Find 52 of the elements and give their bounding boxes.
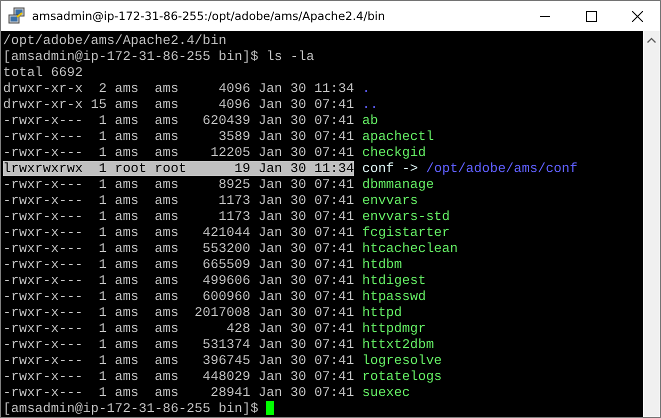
file-name: checkgid: [362, 144, 426, 160]
file-name: htdbm: [362, 256, 402, 272]
file-details: -rwxr-x--- 1 ams ams 1173 Jan 30 07:41: [3, 192, 354, 208]
file-name: dbmmanage: [362, 176, 434, 192]
file-details: -rwxr-x--- 1 ams ams 499606 Jan 30 07:41: [3, 272, 354, 288]
file-details: -rwxr-x--- 1 ams ams 421044 Jan 30 07:41: [3, 224, 354, 240]
file-details: -rwxr-x--- 1 ams ams 428 Jan 30 07:41: [3, 320, 354, 336]
scrollbar[interactable]: [643, 31, 660, 417]
file-name: httpdmgr: [362, 320, 426, 336]
file-name: htpasswd: [362, 288, 426, 304]
file-details: -rwxr-x--- 1 ams ams 396745 Jan 30 07:41: [3, 352, 354, 368]
file-name: .: [362, 80, 370, 96]
file-name: htcacheclean: [362, 240, 458, 256]
prompt: [amsadmin@ip-172-31-86-255 bin]$: [3, 400, 258, 416]
file-details: -rwxr-x--- 1 ams ams 665509 Jan 30 07:41: [3, 256, 354, 272]
file-details: -rwxr-x--- 1 ams ams 531374 Jan 30 07:41: [3, 336, 354, 352]
file-details: lrwxrwxrwx 1 root root 19 Jan 30 11:34: [3, 160, 354, 176]
link-arrow: ->: [402, 160, 418, 176]
file-details: -rwxr-x--- 1 ams ams 553200 Jan 30 07:41: [3, 240, 354, 256]
file-name: rotatelogs: [362, 368, 442, 384]
window-title: amsadmin@ip-172-31-86-255:/opt/adobe/ams/Apache2.4/bin: [32, 9, 386, 23]
file-details: drwxr-xr-x 15 ams ams 4096 Jan 30 07:41: [3, 96, 354, 112]
terminal-line: /opt/adobe/ams/Apache2.4/bin: [3, 32, 226, 48]
file-name: fcgistarter: [362, 224, 450, 240]
file-name: apachectl: [362, 128, 434, 144]
file-details: -rwxr-x--- 1 ams ams 3589 Jan 30 07:41: [3, 128, 354, 144]
file-name: logresolve: [362, 352, 442, 368]
file-details: -rwxr-x--- 1 ams ams 448029 Jan 30 07:41: [3, 368, 354, 384]
file-details: -rwxr-x--- 1 ams ams 600960 Jan 30 07:41: [3, 288, 354, 304]
terminal-line: [amsadmin@ip-172-31-86-255 bin]$ ls -la: [3, 48, 314, 64]
file-name: httxt2dbm: [362, 336, 434, 352]
file-details: -rwxr-x--- 1 ams ams 620439 Jan 30 07:41: [3, 112, 354, 128]
file-details: drwxr-xr-x 2 ams ams 4096 Jan 30 11:34: [3, 80, 354, 96]
file-details: -rwxr-x--- 1 ams ams 12205 Jan 30 07:41: [3, 144, 354, 160]
file-details: -rwxr-x--- 1 ams ams 2017008 Jan 30 07:41: [3, 304, 354, 320]
file-name: ..: [362, 96, 378, 112]
terminal-line: total 6692: [3, 64, 83, 80]
file-details: -rwxr-x--- 1 ams ams 8925 Jan 30 07:41: [3, 176, 354, 192]
file-name: suexec: [362, 384, 410, 400]
link-target: /opt/adobe/ams/conf: [426, 160, 578, 176]
maximize-icon[interactable]: [586, 10, 596, 22]
file-name: httpd: [362, 304, 402, 320]
file-name: conf: [362, 160, 394, 176]
file-name: ab: [362, 112, 378, 128]
file-details: -rwxr-x--- 1 ams ams 1173 Jan 30 07:41: [3, 208, 354, 224]
scroll-up-icon[interactable]: [647, 37, 656, 43]
computers-icon: [8, 7, 26, 25]
file-details: -rwxr-x--- 1 ams ams 28941 Jan 30 07:41: [3, 384, 354, 400]
file-name: htdigest: [362, 272, 426, 288]
file-name: envvars-std: [362, 208, 450, 224]
close-icon[interactable]: [632, 10, 642, 22]
file-name: envvars: [362, 192, 418, 208]
